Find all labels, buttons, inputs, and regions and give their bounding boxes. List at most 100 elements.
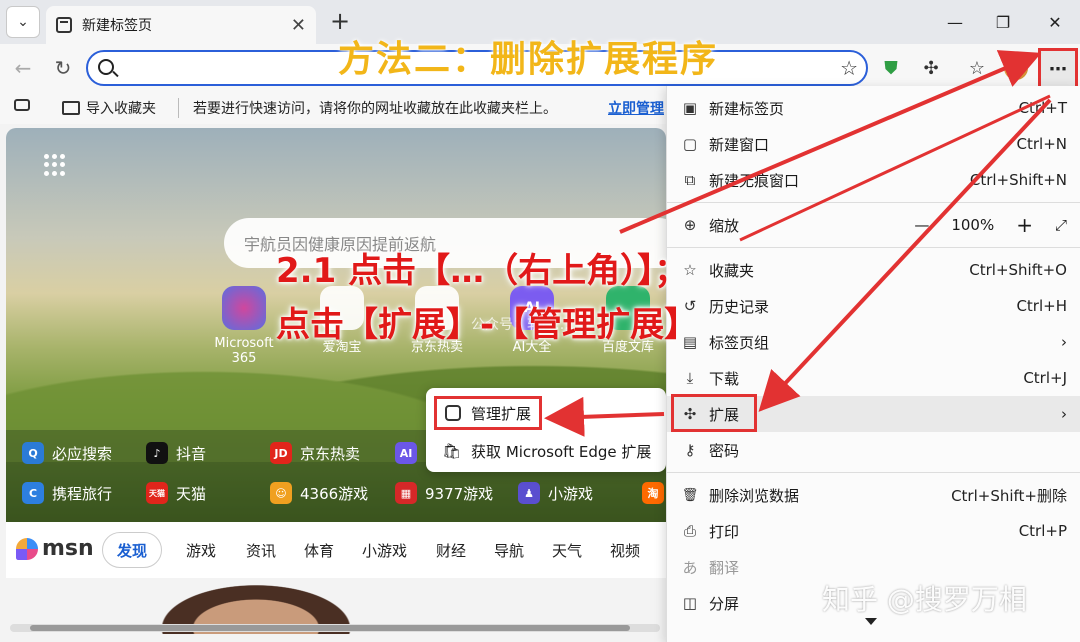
menu-item-shortcut: Ctrl+H <box>1016 297 1067 315</box>
menu-item-shortcut: Ctrl+N <box>1016 135 1067 153</box>
msn-nav-item[interactable]: 视频 <box>610 540 640 561</box>
tmall-icon: 天猫 <box>146 482 168 504</box>
zoom-icon: ⊕ <box>683 216 697 234</box>
import-favorites-button[interactable]: 导入收藏夹 <box>62 98 156 118</box>
bag-icon: 🛍 <box>442 442 462 460</box>
new-tab-page-icon <box>56 17 72 33</box>
9377-icon: ▦ <box>395 482 417 504</box>
msn-nav-item[interactable]: 天气 <box>552 540 582 561</box>
scrollbar-thumb[interactable] <box>30 625 630 631</box>
msn-nav-item[interactable]: 游戏 <box>186 540 216 561</box>
import-icon <box>62 101 80 115</box>
translate-icon: あ <box>682 558 698 577</box>
apps-launcher-icon[interactable] <box>44 154 66 176</box>
menu-item-label: 新建窗口 <box>709 135 770 154</box>
menu-item-label: 标签页组 <box>709 333 770 352</box>
manage-favorites-link[interactable]: 立即管理 <box>608 98 664 118</box>
quick-link-label: 携程旅行 <box>52 484 113 503</box>
quick-link-label: 天猫 <box>176 484 207 503</box>
menu-item-label: 分屏 <box>709 594 740 613</box>
quick-link-label: 小游戏 <box>548 484 594 503</box>
favorites-bar-icon[interactable] <box>14 99 30 111</box>
menu-item-print[interactable]: ⎙ 打印 Ctrl+P <box>667 513 1080 549</box>
quick-link-ai[interactable]: AI <box>395 442 417 464</box>
get-extensions-item[interactable]: 🛍 获取 Microsoft Edge 扩展 <box>434 434 659 468</box>
download-icon: ⤓ <box>686 369 694 387</box>
extensions-icon[interactable]: ✣ <box>916 54 946 82</box>
delete-data-icon: 🗑 <box>681 487 699 503</box>
menu-item-tab-groups[interactable]: ▤ 标签页组 › <box>667 324 1080 360</box>
menu-item-downloads[interactable]: ⤓ 下载 Ctrl+J <box>667 360 1080 396</box>
msn-nav-item[interactable]: 小游戏 <box>362 540 407 561</box>
menu-item-new-window[interactable]: ▢ 新建窗口 Ctrl+N <box>667 126 1080 162</box>
shield-icon[interactable]: ⛊ <box>876 54 906 82</box>
menu-item-shortcut: Ctrl+Shift+O <box>969 261 1067 279</box>
menu-separator <box>667 472 1080 473</box>
minimize-button[interactable]: — <box>940 8 970 36</box>
quick-link-jd[interactable]: JD 京东热卖 <box>270 442 360 464</box>
puzzle-icon <box>445 405 461 421</box>
menu-item-clear-data[interactable]: 🗑 删除浏览数据 Ctrl+Shift+删除 <box>667 477 1080 513</box>
menu-item-inprivate[interactable]: ⧉ 新建无痕窗口 Ctrl+Shift+N <box>667 162 1080 198</box>
manage-extensions-item[interactable]: 管理扩展 <box>434 396 543 430</box>
close-window-button[interactable]: ✕ <box>1040 8 1070 36</box>
msn-nav-item[interactable]: 体育 <box>304 540 334 561</box>
refresh-button[interactable]: ↻ <box>48 54 78 82</box>
quick-link-bing[interactable]: Q 必应搜索 <box>22 442 112 464</box>
taobao-icon: 淘 <box>642 482 664 504</box>
tab-new-tab[interactable]: 新建标签页 ✕ <box>46 6 316 44</box>
msn-nav-item[interactable]: 导航 <box>494 540 524 561</box>
zoom-in-button[interactable]: + <box>1016 213 1033 237</box>
favorite-star-icon[interactable]: ☆ <box>840 56 858 80</box>
menu-item-history[interactable]: ↺ 历史记录 Ctrl+H <box>667 288 1080 324</box>
get-extensions-label: 获取 Microsoft Edge 扩展 <box>471 442 652 461</box>
menu-item-passwords[interactable]: ⚷ 密码 <box>667 432 1080 468</box>
tab-actions-menu-button[interactable]: ⌄ <box>6 6 40 38</box>
back-button[interactable]: ← <box>8 54 38 82</box>
split-screen-icon: ◫ <box>682 594 698 612</box>
close-tab-icon[interactable]: ✕ <box>291 15 306 36</box>
favorites-icon[interactable]: ☆ <box>962 54 992 82</box>
menu-item-label: 密码 <box>709 441 740 460</box>
msn-nav-item[interactable]: 财经 <box>436 540 466 561</box>
menu-item-label: 下载 <box>709 369 740 388</box>
menu-item-label: 收藏夹 <box>709 261 755 280</box>
quick-link-9377[interactable]: ▦ 9377游戏 <box>395 482 493 504</box>
horizontal-scrollbar[interactable] <box>10 624 660 632</box>
zhihu-watermark: 知乎 @搜罗万相 <box>822 583 1027 616</box>
quick-link-taobao[interactable]: 淘 <box>642 482 664 504</box>
restore-button[interactable]: ❐ <box>988 8 1018 36</box>
quick-link-mini-games[interactable]: ♟ 小游戏 <box>518 482 593 504</box>
menu-item-shortcut: Ctrl+Shift+N <box>969 171 1067 189</box>
scroll-down-icon[interactable] <box>865 618 877 625</box>
quick-link-ctrip[interactable]: C 携程旅行 <box>22 482 112 504</box>
msn-logo[interactable]: msn <box>16 536 94 561</box>
menu-item-new-tab[interactable]: ▣ 新建标签页 Ctrl+T <box>667 90 1080 126</box>
tab-discover[interactable]: 发现 <box>102 532 162 568</box>
msn-bar: msn 发现 游戏 资讯 体育 小游戏 财经 导航 天气 视频 <box>6 522 666 578</box>
menu-item-label: 缩放 <box>709 216 740 235</box>
menu-item-label: 翻译 <box>709 558 740 577</box>
menu-item-shortcut: Ctrl+P <box>1018 522 1067 540</box>
extensions-flyout: 管理扩展 🛍 获取 Microsoft Edge 扩展 <box>426 388 666 472</box>
menu-item-label: 历史记录 <box>709 297 770 316</box>
tile-microsoft-365[interactable]: Microsoft 365 <box>202 286 286 366</box>
divider <box>178 98 179 118</box>
menu-item-favorites[interactable]: ☆ 收藏夹 Ctrl+Shift+O <box>667 252 1080 288</box>
mini-games-icon: ♟ <box>518 482 540 504</box>
new-tab-icon: ▣ <box>682 99 698 117</box>
zoom-out-button[interactable]: — <box>914 216 929 234</box>
new-window-icon: ▢ <box>682 135 698 153</box>
msn-nav-item[interactable]: 资讯 <box>246 540 276 561</box>
quick-link-4366[interactable]: ☺ 4366游戏 <box>270 482 368 504</box>
fullscreen-icon[interactable]: ⤢ <box>1055 216 1067 234</box>
search-icon <box>98 59 114 75</box>
quick-link-tmall[interactable]: 天猫 天猫 <box>146 482 206 504</box>
4366-icon: ☺ <box>270 482 292 504</box>
menu-item-shortcut: Ctrl+T <box>1018 99 1067 117</box>
quick-link-douyin[interactable]: ♪ 抖音 <box>146 442 206 464</box>
import-label: 导入收藏夹 <box>86 101 156 117</box>
settings-and-more-button[interactable]: ⋯ <box>1038 48 1078 90</box>
annotation-line-1: 2.1 点击【…（右上角）】； <box>276 251 689 291</box>
avatar[interactable] <box>1004 56 1028 80</box>
